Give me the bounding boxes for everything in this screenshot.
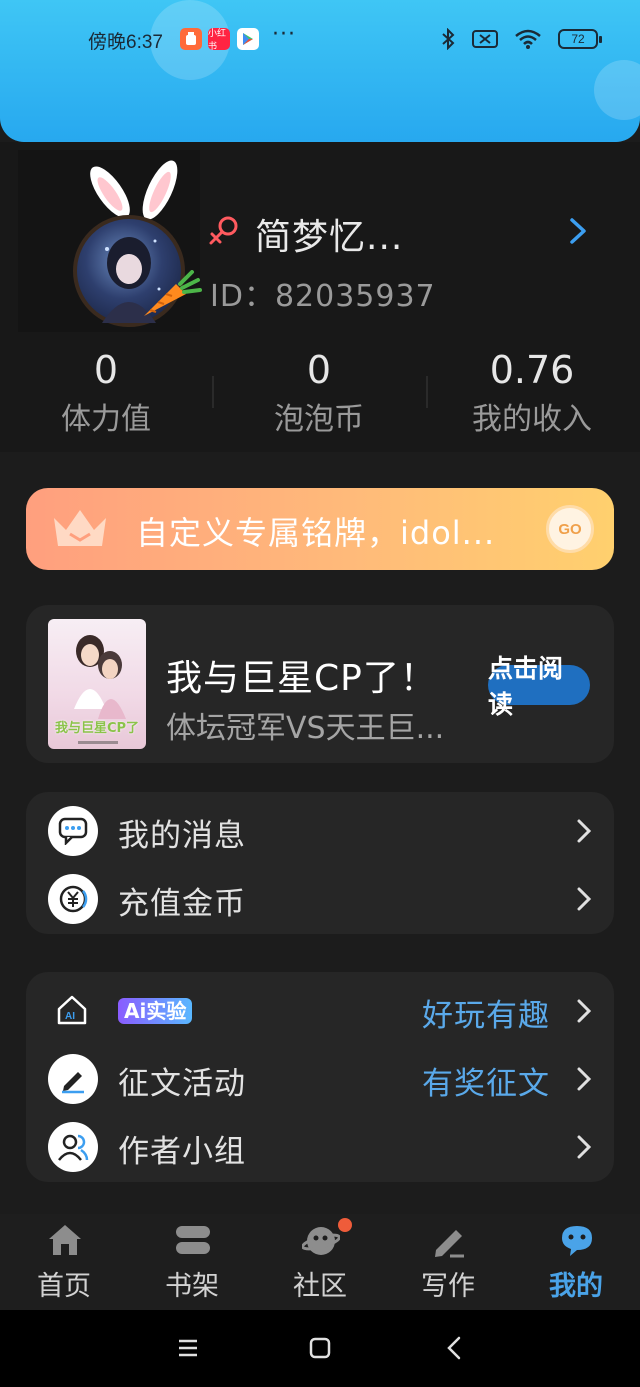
stat-stamina[interactable]: 0 体力值: [6, 346, 206, 446]
menu-item-contest[interactable]: 征文活动 有奖征文: [26, 1044, 614, 1112]
top-banner: 傍晚6:37 小红书 ··· 72: [0, 0, 640, 142]
book-title: 我与巨星CP了！: [166, 658, 437, 699]
coin-icon: [48, 874, 98, 924]
home-icon: [49, 1225, 81, 1255]
status-bar: 傍晚6:37 小红书 ··· 72: [0, 22, 640, 56]
nav-label: 首页: [37, 1271, 91, 1302]
bottom-navigation: 首页 书架 社区 写作 我的: [0, 1214, 640, 1310]
xiaohongshu-app-icon: 小红书: [208, 28, 230, 52]
stat-value: 0: [93, 348, 119, 392]
nav-community[interactable]: 社区: [256, 1214, 384, 1310]
book-cover-title: 我与巨星CP了: [54, 721, 140, 736]
wifi-icon: [515, 29, 541, 49]
nav-label: 社区: [293, 1271, 347, 1302]
book-recommendation-card[interactable]: 我与巨星CP了 我与巨星CP了！ 体坛冠军VS天王巨... 点击阅读: [26, 605, 614, 763]
nav-bookshelf[interactable]: 书架: [128, 1214, 256, 1310]
go-button[interactable]: GO: [546, 505, 594, 553]
crown-icon: [54, 510, 106, 546]
nav-write[interactable]: 写作: [384, 1214, 512, 1310]
notification-dot: [338, 1218, 352, 1232]
menu-item-label: 充值金币: [118, 886, 246, 922]
stat-value: 0: [306, 348, 332, 392]
chevron-right-icon: [577, 999, 592, 1023]
nameplate-banner[interactable]: 自定义专属铭牌，idol... GO: [26, 488, 614, 570]
menu-item-extra: 好玩有趣: [422, 998, 550, 1034]
nav-label: 我的: [549, 1271, 603, 1302]
battery-indicator: 72: [558, 29, 602, 49]
menu-item-label: 作者小组: [118, 1134, 246, 1170]
chevron-right-icon[interactable]: [566, 216, 592, 246]
carrot-decoration: [144, 270, 202, 316]
nav-me[interactable]: 我的: [512, 1214, 640, 1310]
stat-label: 体力值: [61, 402, 151, 437]
nav-label: 书架: [165, 1271, 219, 1302]
username[interactable]: 简梦忆...: [255, 208, 403, 260]
menu-icon[interactable]: [177, 1338, 199, 1358]
stat-income[interactable]: 0.76 我的收入: [432, 346, 632, 446]
read-button-label[interactable]: 点击阅读: [488, 651, 578, 723]
nav-home[interactable]: 首页: [0, 1214, 128, 1310]
notification-app-icon: [180, 28, 202, 50]
stat-label: 我的收入: [472, 402, 592, 437]
menu-item-recharge[interactable]: 充值金币: [26, 864, 614, 932]
chevron-right-icon: [577, 819, 592, 843]
nav-label: 写作: [421, 1271, 475, 1302]
status-time: 傍晚6:37: [88, 32, 163, 53]
message-icon: [48, 806, 98, 856]
me-icon: [562, 1226, 592, 1256]
group-icon: [48, 1122, 98, 1172]
bluetooth-icon: [442, 28, 455, 50]
status-right-icons: 72: [440, 28, 602, 50]
book-subtitle: 体坛冠军VS天王巨...: [166, 711, 445, 746]
menu-group-account: 我的消息 充值金币: [26, 792, 614, 934]
chevron-right-icon: [577, 1067, 592, 1091]
menu-item-label: 征文活动: [118, 1066, 246, 1102]
system-navigation-bar: [0, 1310, 640, 1387]
nameplate-text: 自定义专属铭牌，idol...: [136, 514, 496, 552]
no-sim-icon: [472, 30, 498, 48]
pen-icon: [48, 1054, 98, 1104]
menu-item-label: 我的消息: [118, 818, 246, 854]
community-icon: [302, 1227, 340, 1255]
back-icon[interactable]: [446, 1336, 462, 1360]
chevron-right-icon: [577, 887, 592, 911]
female-gender-icon: [209, 216, 238, 245]
more-notifications-dots: ···: [272, 22, 296, 47]
bookshelf-icon: [176, 1226, 210, 1254]
ai-house-icon: AI: [57, 995, 87, 1025]
write-icon: [435, 1230, 464, 1258]
menu-item-ai-lab[interactable]: AI Ai实验 好玩有趣: [26, 976, 614, 1044]
stat-bubble-coins[interactable]: 0 泡泡币: [219, 346, 419, 446]
chevron-right-icon: [577, 1135, 592, 1159]
stat-divider: [212, 376, 214, 408]
home-square-icon[interactable]: [309, 1337, 331, 1359]
stat-label: 泡泡币: [274, 402, 364, 437]
menu-item-messages[interactable]: 我的消息: [26, 796, 614, 864]
play-store-icon: [237, 28, 259, 50]
svg-text:AI: AI: [65, 1011, 75, 1022]
stat-value: 0.76: [489, 348, 575, 392]
ai-lab-badge: Ai实验: [118, 998, 193, 1024]
avatar-frame[interactable]: [18, 150, 202, 332]
stat-divider: [426, 376, 428, 408]
menu-group-creative: AI Ai实验 好玩有趣 征文活动 有奖征文 作者小组: [26, 972, 614, 1182]
user-id: ID：82035937: [210, 279, 436, 314]
menu-item-extra: 有奖征文: [422, 1066, 550, 1102]
menu-item-author-group[interactable]: 作者小组: [26, 1112, 614, 1180]
book-cover[interactable]: 我与巨星CP了: [48, 619, 146, 749]
decor-bubble: [594, 60, 640, 120]
